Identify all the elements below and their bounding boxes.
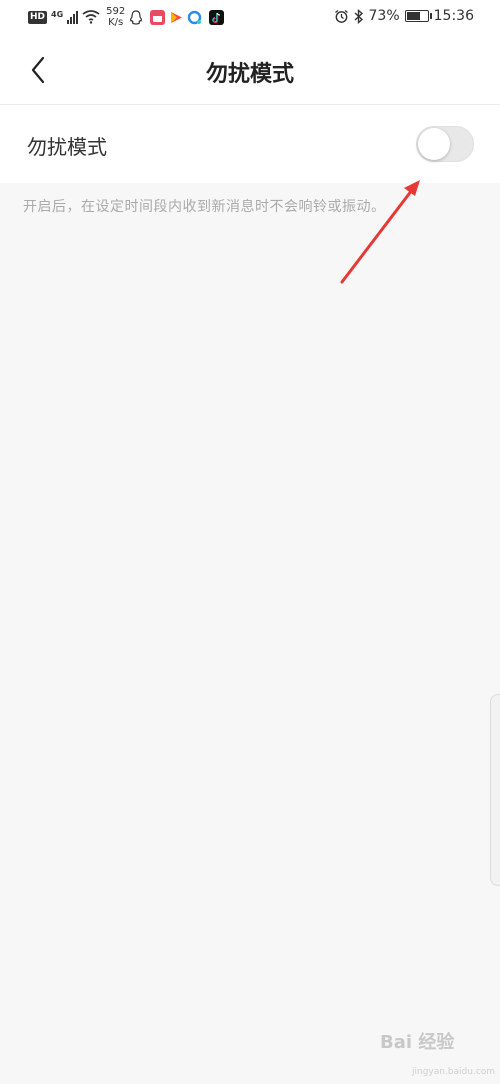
browser-app-icon: [188, 10, 202, 24]
setting-label: 勿扰模式: [27, 135, 107, 159]
watermark-domain: jingyan.baidu.com: [412, 1067, 496, 1077]
speed-unit: K/s: [108, 17, 124, 28]
battery-percent: 73%: [368, 8, 400, 24]
status-left: HD 4G 592 K/s: [28, 6, 225, 28]
clock: 15:36: [433, 8, 474, 24]
status-right: 73% 15:36: [334, 8, 474, 24]
setting-description: 开启后，在设定时间段内收到新消息时不会响铃或振动。: [23, 199, 386, 215]
hd-badge: HD: [28, 10, 48, 24]
watermark-logo: Bai 经验: [380, 1032, 455, 1053]
network-generation: 4G: [51, 9, 64, 19]
signal-icon: [67, 10, 79, 24]
nav-bar: 勿扰模式: [0, 36, 500, 105]
calendar-app-icon: [150, 9, 166, 25]
dnd-toggle-switch[interactable]: [416, 126, 474, 162]
wifi-icon: [82, 10, 100, 24]
bluetooth-icon: [354, 8, 363, 24]
video-app-icon: [171, 11, 183, 23]
toggle-knob[interactable]: [418, 128, 450, 160]
network-speed: 592 K/s: [106, 6, 125, 28]
alarm-icon: [334, 9, 348, 23]
battery-icon: [404, 10, 432, 22]
qq-icon: [130, 9, 143, 25]
side-edge-handle[interactable]: [490, 694, 500, 886]
speed-value: 592: [106, 6, 126, 17]
page-title: 勿扰模式: [205, 62, 294, 87]
status-bar: HD 4G 592 K/s 73% 15:36: [0, 0, 500, 36]
tiktok-icon: [209, 9, 225, 25]
battery-fill: [406, 12, 420, 20]
